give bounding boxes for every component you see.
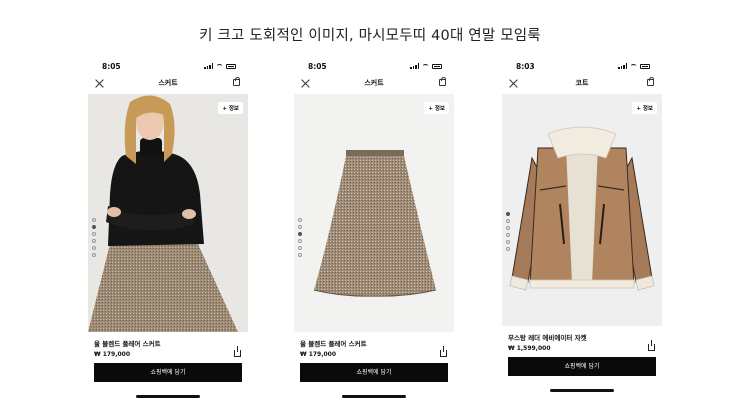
phone-screen-2: 8:05 스커트 + 정보 울 블렌드 플레어 스커트 ₩ 179,000 쇼핑… <box>294 58 454 403</box>
product-name: 울 블렌드 플레어 스커트 <box>94 340 161 348</box>
phone-screen-1: 8:05 스커트 + 정보 울 블렌드 플레어 스커트 ₩ 179,000 쇼핑… <box>88 58 248 403</box>
status-bar: 8:03 <box>502 58 662 74</box>
signal-icon <box>618 63 627 69</box>
product-price: ₩ 179,000 <box>300 351 337 358</box>
signal-icon <box>204 63 213 69</box>
nav-bar: 코트 <box>502 76 662 92</box>
status-time: 8:05 <box>308 62 327 71</box>
product-name: 울 블렌드 플레어 스커트 <box>300 340 367 348</box>
shopping-bag-icon[interactable] <box>647 77 654 86</box>
share-icon[interactable] <box>648 340 655 351</box>
status-icons <box>410 63 442 69</box>
nav-title: 코트 <box>575 79 589 87</box>
wifi-icon <box>216 63 223 69</box>
battery-icon <box>432 63 442 69</box>
status-time: 8:03 <box>516 62 535 71</box>
nav-title: 스커트 <box>158 79 178 87</box>
product-photo[interactable]: + 정보 <box>88 94 248 332</box>
wifi-icon <box>630 63 637 69</box>
add-to-bag-button[interactable]: 쇼핑백에 담기 <box>300 363 448 382</box>
page-headline: 키 크고 도회적인 이미지, 마시모두띠 40대 연말 모임룩 <box>199 28 541 44</box>
info-button[interactable]: + 정보 <box>218 102 243 114</box>
status-bar: 8:05 <box>294 58 454 74</box>
status-time: 8:05 <box>102 62 121 71</box>
product-price: ₩ 1,599,000 <box>508 345 551 352</box>
battery-icon <box>640 63 650 69</box>
product-photo[interactable]: + 정보 <box>294 94 454 332</box>
battery-icon <box>226 63 236 69</box>
status-icons <box>204 63 236 69</box>
status-bar: 8:05 <box>88 58 248 74</box>
add-to-bag-button[interactable]: 쇼핑백에 담기 <box>94 363 242 382</box>
nav-title: 스커트 <box>364 79 384 87</box>
home-indicator <box>550 389 614 392</box>
wifi-icon <box>422 63 429 69</box>
model-image <box>88 94 248 332</box>
jacket-image <box>502 94 662 326</box>
status-icons <box>618 63 650 69</box>
nav-bar: 스커트 <box>294 76 454 92</box>
shopping-bag-icon[interactable] <box>439 77 446 86</box>
product-price: ₩ 179,000 <box>94 351 131 358</box>
nav-bar: 스커트 <box>88 76 248 92</box>
home-indicator <box>136 395 200 398</box>
shopping-bag-icon[interactable] <box>233 77 240 86</box>
phone-screen-3: 8:03 코트 + 정보 무스탕 레더 에비에이터 자켓 ₩ 1,599,000… <box>502 58 662 403</box>
info-button[interactable]: + 정보 <box>632 102 657 114</box>
product-photo[interactable]: + 정보 <box>502 94 662 326</box>
signal-icon <box>410 63 419 69</box>
info-button[interactable]: + 정보 <box>424 102 449 114</box>
add-to-bag-button[interactable]: 쇼핑백에 담기 <box>508 357 656 376</box>
image-pager-dots[interactable] <box>506 212 510 251</box>
home-indicator <box>342 395 406 398</box>
skirt-image <box>294 94 454 332</box>
share-icon[interactable] <box>234 346 241 357</box>
image-pager-dots[interactable] <box>298 218 302 257</box>
share-icon[interactable] <box>440 346 447 357</box>
image-pager-dots[interactable] <box>92 218 96 257</box>
product-name: 무스탕 레더 에비에이터 자켓 <box>508 334 587 342</box>
